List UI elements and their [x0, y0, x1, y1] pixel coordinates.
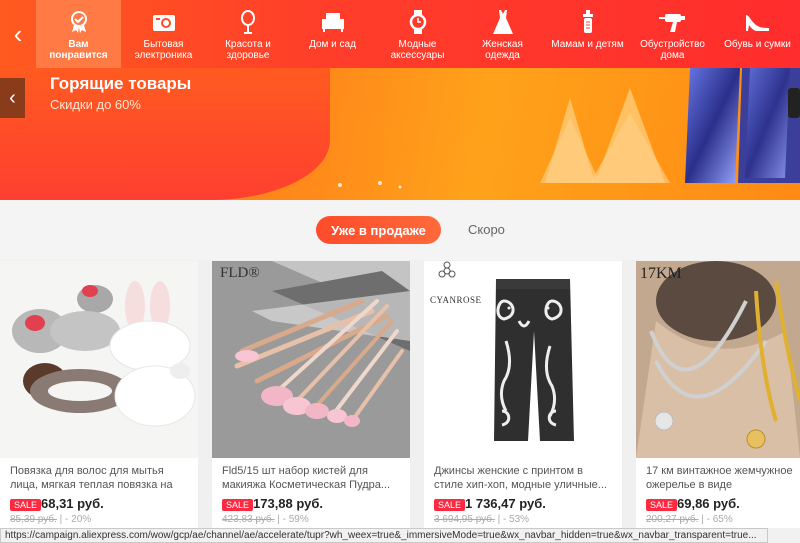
category-kids[interactable]: Мамам и детям: [545, 0, 630, 68]
product-title[interactable]: Джинсы женские с принтом в стиле хип-хоп…: [434, 464, 614, 492]
tab-coming-soon[interactable]: Скоро: [468, 222, 505, 237]
discount: | - 53%: [497, 514, 530, 525]
product-price: 69,86 руб.: [677, 496, 740, 511]
status-bar-corner: [768, 528, 800, 543]
sale-badge: SALE: [222, 499, 254, 511]
category-label: Красота и здоровье: [225, 39, 271, 61]
category-shoes-bags[interactable]: Обувь и сумки: [715, 0, 800, 68]
ribbon-icon: [67, 10, 91, 34]
category-label: Мамам и детям: [551, 39, 624, 50]
product-image: 17KM: [636, 261, 800, 458]
category-accessories[interactable]: Модные аксессуары: [375, 0, 460, 68]
category-label: Дом и сад: [309, 39, 356, 50]
banner-prev-chevron-icon[interactable]: ‹: [0, 78, 25, 118]
snow-dots-decoration: [338, 181, 402, 189]
sale-badge: SALE: [646, 499, 678, 511]
old-price: 200,27 руб.: [646, 514, 699, 525]
product-image: CYANROSE: [424, 261, 622, 458]
mirror-icon: [239, 10, 257, 34]
product-price: 173,88 руб.: [253, 496, 324, 511]
high-heel-icon: [744, 10, 772, 34]
watch-icon: [409, 10, 427, 34]
product-title[interactable]: Fld5/15 шт набор кистей для макияжа Косм…: [222, 464, 402, 492]
dress-icon: [492, 10, 514, 34]
category-label: Обувь и сумки: [724, 39, 791, 50]
category-home-improvement[interactable]: Обустройство дома: [630, 0, 715, 68]
product-old-price-row: 423,83 руб. | - 59%: [222, 514, 309, 525]
old-price: 3 694,95 руб.: [434, 514, 495, 525]
tab-on-sale-now[interactable]: Уже в продаже: [316, 216, 441, 244]
smartphone-image: [685, 68, 800, 183]
sale-tabs: Уже в продаже Скоро: [0, 200, 800, 260]
discount: | - 59%: [277, 514, 309, 525]
nav-back-chevron-icon[interactable]: ‹: [0, 0, 36, 68]
old-price: 85,39 руб.: [10, 514, 57, 525]
discount: | - 65%: [701, 514, 733, 525]
banner-title: Горящие товары: [50, 74, 192, 93]
category-label: Обустройство дома: [640, 39, 705, 61]
product-old-price-row: 85,39 руб. | - 20%: [10, 514, 91, 525]
category-beauty[interactable]: Красота и здоровье: [206, 0, 290, 68]
baby-bottle-icon: [581, 10, 595, 34]
armchair-icon: [321, 10, 345, 34]
product-old-price-row: 200,27 руб. | - 65%: [646, 514, 733, 525]
product-image: [0, 261, 198, 458]
status-bar-url: https://campaign.aliexpress.com/wow/gcp/…: [0, 528, 768, 543]
category-womens-clothing[interactable]: Женская одежда: [460, 0, 545, 68]
category-nav: ‹ Вам понравится Бытовая электроника Кра…: [0, 0, 800, 68]
product-price: 1 736,47 руб.: [465, 496, 546, 511]
drill-icon: [658, 10, 687, 34]
brand-logo-cyanrose: CYANROSE: [430, 295, 482, 305]
category-home-garden[interactable]: Дом и сад: [290, 0, 375, 68]
promo-banner[interactable]: ‹ Горящие товары Скидки до 60%: [0, 68, 800, 200]
product-card[interactable]: Повязка для волос для мытья лица, мягкая…: [0, 261, 198, 531]
category-label: Модные аксессуары: [390, 39, 445, 61]
old-price: 423,83 руб.: [222, 514, 275, 525]
product-card[interactable]: FLD® Fld5/15 шт набор кистей для макияжа…: [212, 261, 410, 531]
product-price: 68,31 руб.: [41, 496, 104, 511]
product-title[interactable]: 17 км винтажное жемчужное ожерелье в вид…: [646, 464, 794, 492]
banner-subtitle: Скидки до 60%: [50, 97, 141, 112]
product-old-price-row: 3 694,95 руб. | - 53%: [434, 514, 529, 525]
sale-badge: SALE: [10, 499, 42, 511]
category-label: Женская одежда: [482, 39, 523, 61]
category-label: Вам понравится: [49, 39, 108, 61]
product-image: FLD®: [212, 261, 410, 458]
camera-icon: [152, 10, 176, 34]
category-electronics[interactable]: Бытовая электроника: [121, 0, 206, 68]
category-recommended[interactable]: Вам понравится: [36, 0, 121, 68]
discount: | - 20%: [59, 514, 92, 525]
category-label: Бытовая электроника: [134, 39, 193, 61]
product-card[interactable]: 17KM 17 км винтажное жемчужное ожерелье …: [636, 261, 800, 531]
brand-logo-17km: 17KM: [640, 265, 682, 282]
product-title[interactable]: Повязка для волос для мытья лица, мягкая…: [10, 464, 190, 492]
sale-badge: SALE: [434, 499, 466, 511]
brand-logo-fld: FLD®: [220, 265, 260, 281]
christmas-trees-illustration: [540, 88, 670, 183]
product-card[interactable]: CYANROSE Джинсы женские с принтом в стил…: [424, 261, 622, 531]
